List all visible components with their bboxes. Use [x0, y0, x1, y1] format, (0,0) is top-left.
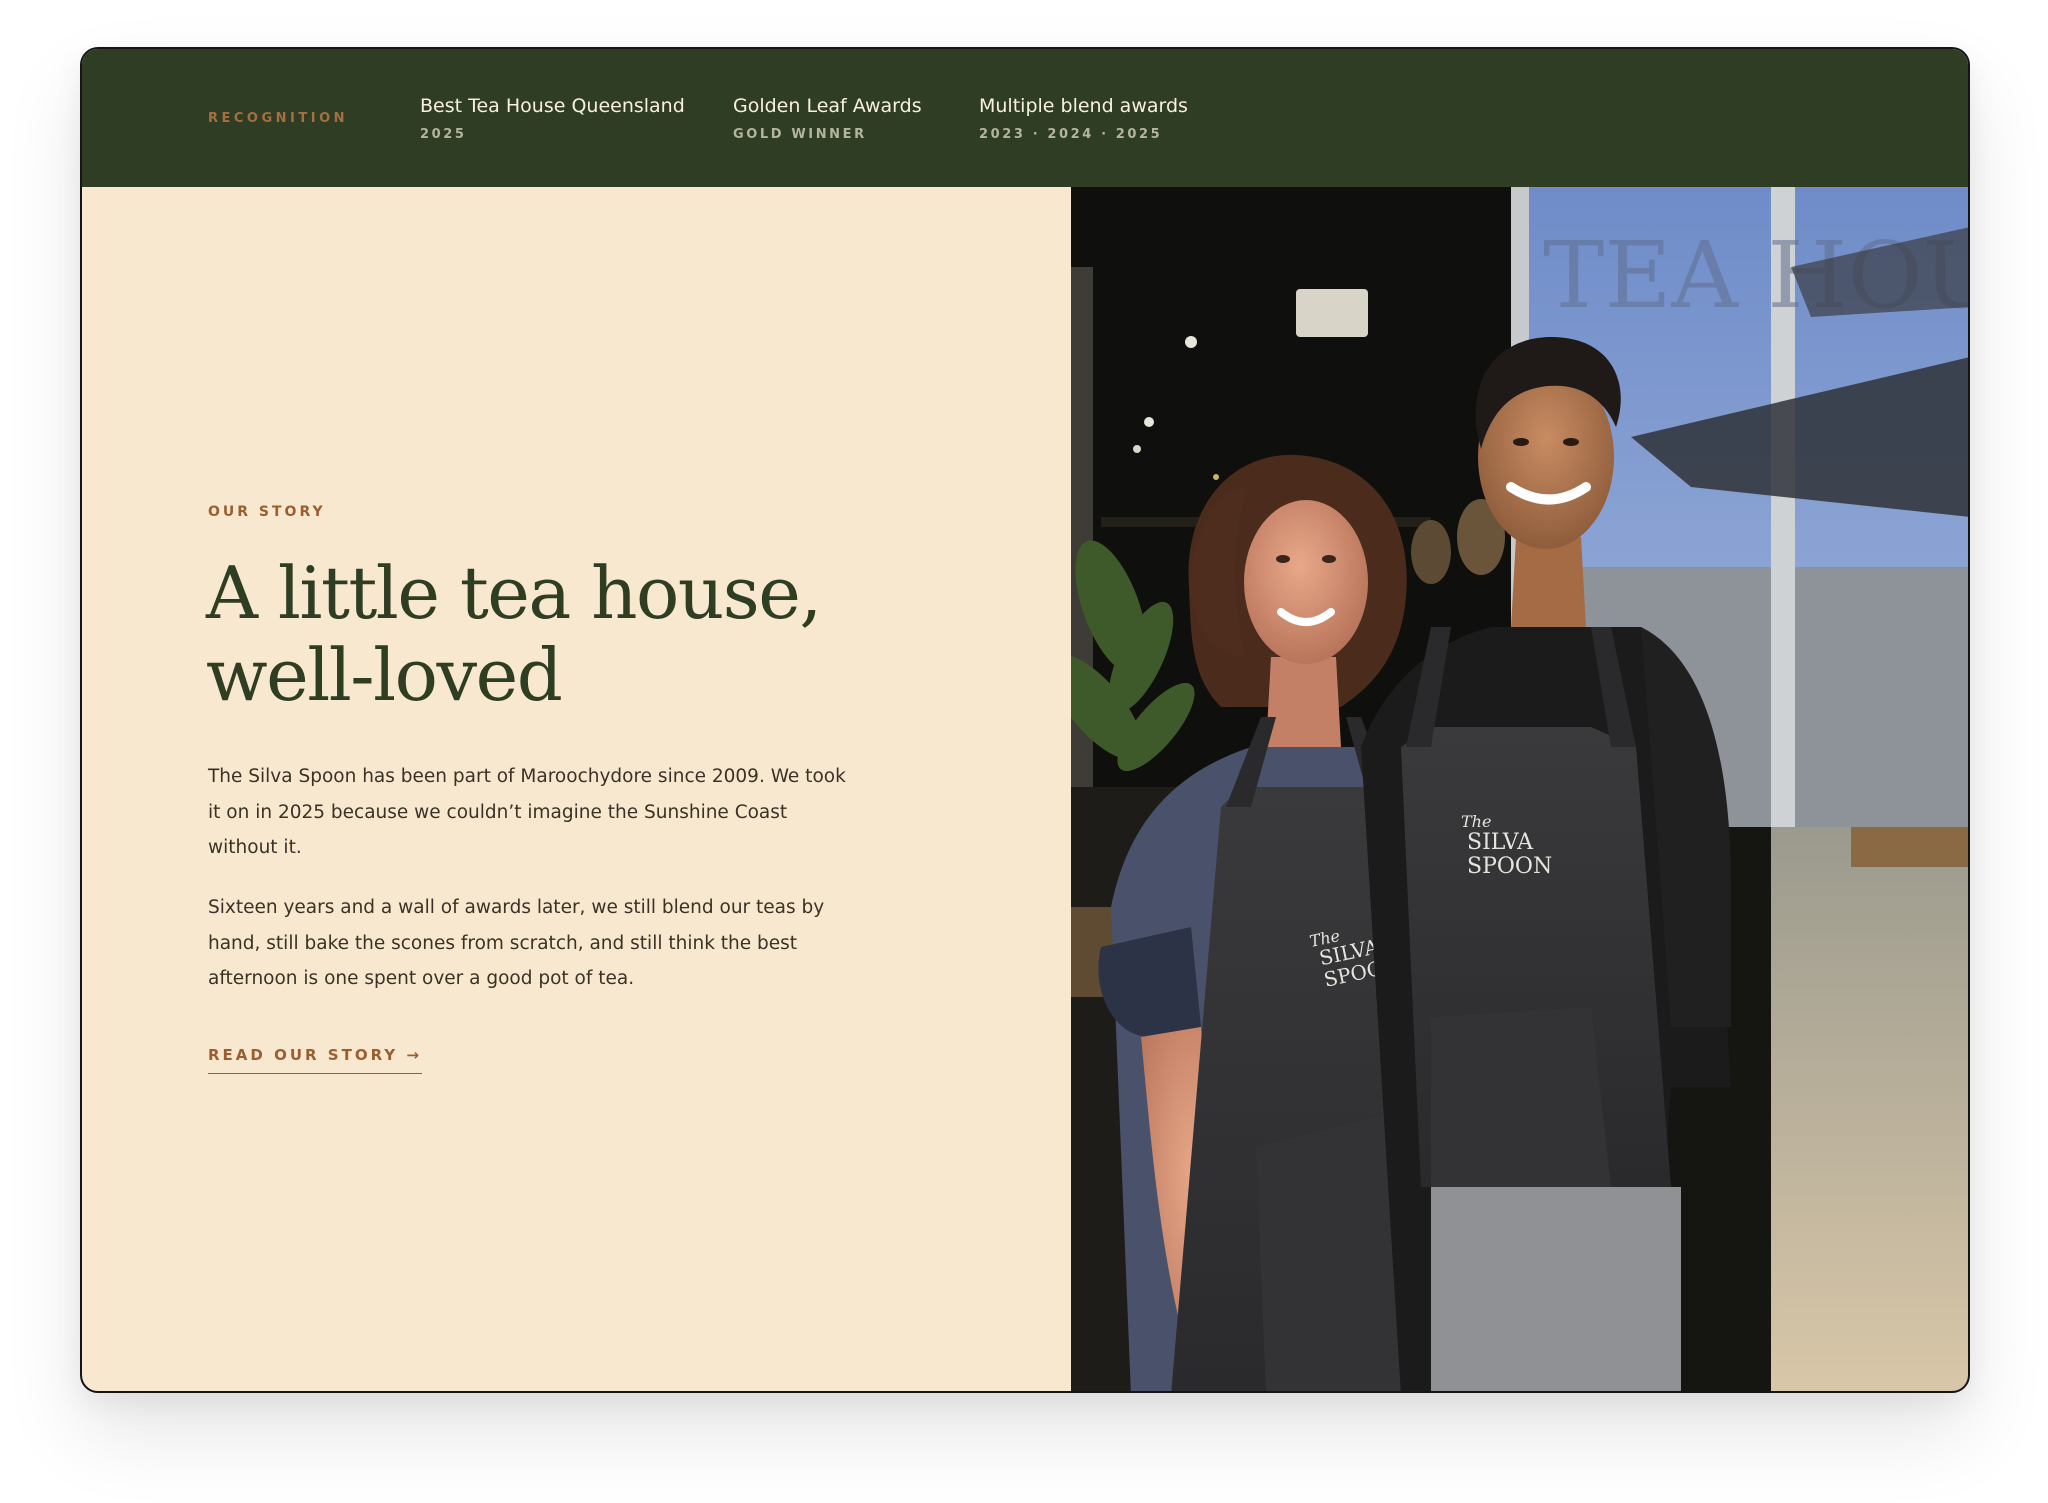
award-subtitle: GOLD WINNER [733, 127, 867, 142]
svg-text:The: The [1461, 812, 1491, 831]
award-title: Multiple blend awards [979, 95, 1188, 117]
award-golden-leaf: Golden Leaf Awards GOLD WINNER [733, 95, 922, 142]
award-best-tea-house: Best Tea House Queensland 2025 [420, 95, 685, 142]
page-window: RECOGNITION Best Tea House Queensland 20… [80, 47, 1970, 1393]
svg-text:SPOON: SPOON [1467, 854, 1552, 879]
our-story-section: OUR STORY A little tea house, well-loved… [82, 187, 1071, 1391]
owners-photo: TEA HOUSE [1071, 187, 1968, 1391]
story-paragraph-1: The Silva Spoon has been part of Marooch… [208, 766, 846, 858]
award-title: Golden Leaf Awards [733, 95, 922, 117]
svg-text:SILVA: SILVA [1467, 830, 1534, 855]
headline-line-1: A little tea house, [206, 551, 822, 635]
recognition-label: RECOGNITION [208, 111, 349, 126]
section-eyebrow: OUR STORY [208, 504, 326, 520]
read-our-story-link[interactable]: READ OUR STORY → [208, 1046, 422, 1074]
story-paragraph-2: Sixteen years and a wall of awards later… [208, 897, 825, 989]
award-blend-awards: Multiple blend awards 2023 · 2024 · 2025 [979, 95, 1188, 142]
award-title: Best Tea House Queensland [420, 95, 685, 117]
owners-photo-illustration: TEA HOUSE [1071, 187, 1968, 1391]
page-title: A little tea house, well-loved [206, 552, 906, 716]
award-subtitle: 2023 · 2024 · 2025 [979, 127, 1163, 142]
headline-line-2: well-loved [206, 633, 563, 717]
recognition-bar: RECOGNITION Best Tea House Queensland 20… [82, 49, 1968, 187]
award-subtitle: 2025 [420, 127, 467, 142]
